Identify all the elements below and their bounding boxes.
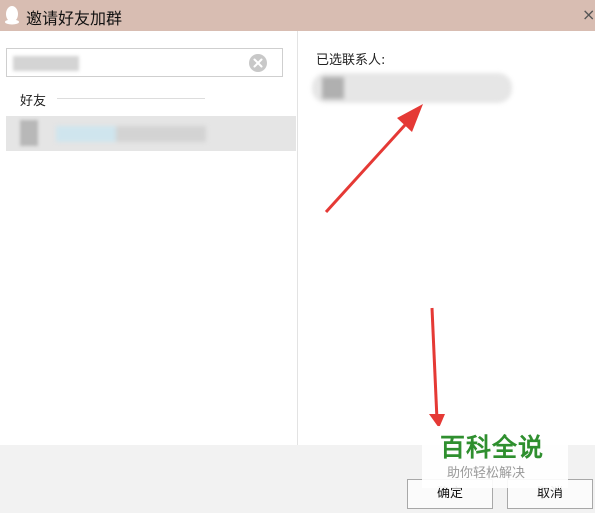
search-input-value <box>13 56 79 71</box>
friends-group-label: 好友 <box>20 94 47 109</box>
clear-search-icon[interactable] <box>248 53 268 73</box>
friend-list-item[interactable] <box>6 116 296 151</box>
group-divider <box>57 98 205 99</box>
selected-contacts-pane: 已选联系人: <box>298 31 595 445</box>
close-icon[interactable]: × <box>582 5 595 24</box>
qq-penguin-icon <box>5 6 19 25</box>
friend-list-pane: 好友 <box>0 31 297 445</box>
friend-name <box>56 126 206 142</box>
watermark-title: 百科全说 <box>440 433 545 462</box>
watermark-subtitle: 助你轻松解决 <box>447 466 526 481</box>
selected-contacts-label: 已选联系人: <box>316 53 386 68</box>
avatar <box>322 77 344 99</box>
avatar <box>20 120 38 146</box>
watermark: 百科全说 助你轻松解决 <box>422 426 568 488</box>
selected-contact-item[interactable] <box>312 73 512 103</box>
title-bar: 邀请好友加群 × <box>0 0 595 31</box>
search-input[interactable] <box>6 48 283 77</box>
window-title: 邀请好友加群 <box>26 9 123 28</box>
